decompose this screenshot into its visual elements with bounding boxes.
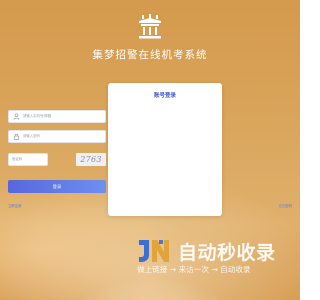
username-field[interactable]: 请输入手机号/邮箱 [8, 110, 106, 123]
forgot-password-link[interactable]: 忘记密码 [278, 203, 292, 208]
watermark-subtitle: 做上链接 → 来访一次 → 自动收录 [137, 265, 251, 274]
password-placeholder: 请输入密码 [23, 134, 40, 138]
login-card-title: 账号登录 [153, 93, 176, 99]
building-logo-icon [139, 14, 161, 39]
site-title: 集梦招警在线机考系统 [92, 49, 208, 61]
lock-icon [13, 133, 20, 140]
login-button[interactable]: 登录 [8, 180, 106, 193]
watermark-title: 自动秒收录 [178, 242, 276, 264]
captcha-input[interactable]: 验证码 [8, 153, 48, 166]
captcha-placeholder: 验证码 [12, 157, 23, 161]
username-placeholder: 请输入手机号/邮箱 [23, 114, 52, 118]
login-card: 账号登录 [108, 83, 222, 216]
register-link[interactable]: 立即注册 [8, 203, 22, 208]
user-icon [13, 113, 20, 120]
jn-logo-icon [139, 240, 169, 262]
captcha-image[interactable]: 2763 [76, 153, 106, 166]
page-background: 集梦招警在线机考系统 账号登录 请输入手机号/邮箱 请输入密码 验证码 2763… [0, 0, 300, 300]
password-field[interactable]: 请输入密码 [8, 130, 106, 143]
